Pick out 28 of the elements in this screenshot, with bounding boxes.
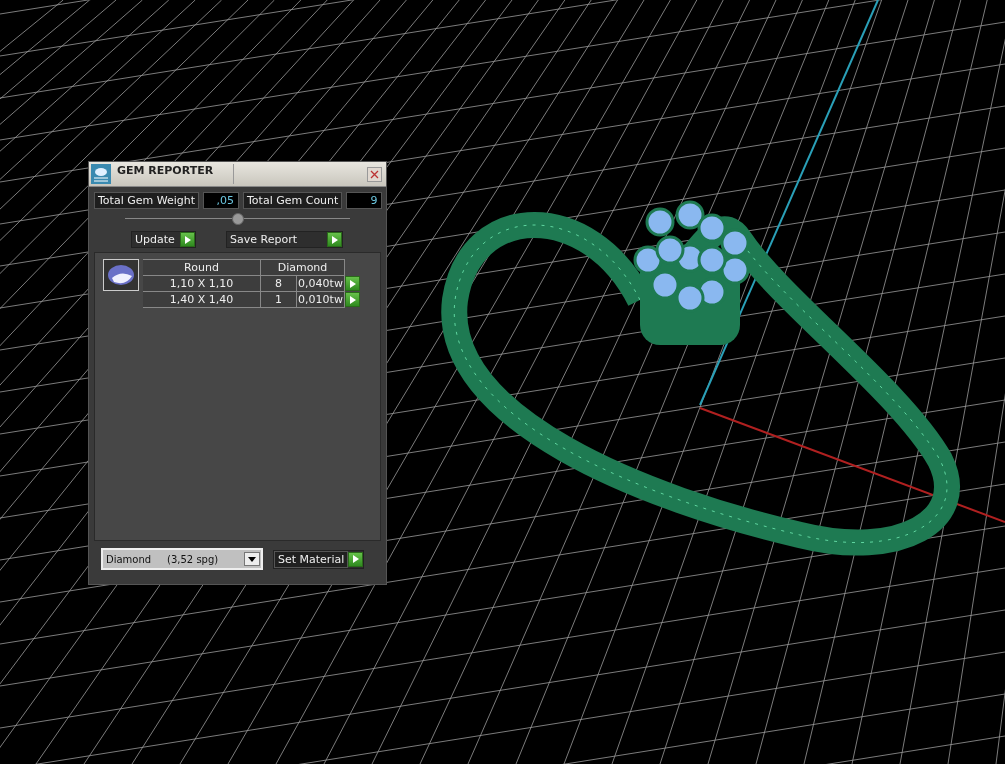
go-button[interactable] [345,292,360,307]
material-dropdown[interactable]: Diamond (3,52 spg) [101,548,263,570]
go-button[interactable] [348,551,364,567]
go-button[interactable] [180,232,195,247]
table-cell: 0,010tw [297,292,345,308]
go-button[interactable] [327,232,342,247]
table-cell: 1 [261,292,297,308]
caret-icon [248,556,256,562]
column-header: Round [143,259,261,276]
slider-handle[interactable] [231,213,244,225]
report-icon [91,164,111,184]
table-cell: 1,40 X 1,40 [143,292,261,308]
play-icon [331,235,338,244]
total-value: 9 [346,192,383,209]
total-value: ,05 [203,192,239,209]
table-cell: 8 [261,276,297,292]
gem-icon [103,259,139,291]
play-icon [352,555,359,563]
close-button[interactable] [367,166,382,182]
total-label: Total Gem Weight [94,192,199,209]
play-icon [184,235,191,244]
window-title: GEM REPORTER [111,164,235,184]
table-cell: 1,10 X 1,10 [143,276,261,292]
go-button[interactable] [345,276,360,291]
column-header: Diamond [261,259,345,276]
set-material-button[interactable]: Set Material [274,550,349,568]
table-cell: 0,040tw [297,276,345,292]
total-label: Total Gem Count [243,192,343,209]
